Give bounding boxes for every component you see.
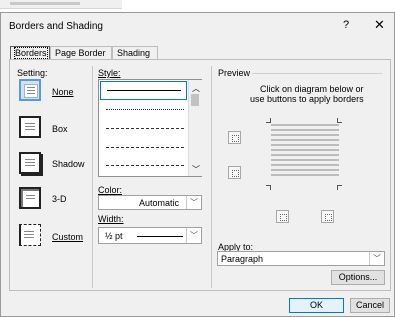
preview-instruction-2: use buttons to apply borders <box>250 94 364 104</box>
help-button[interactable]: ? <box>343 19 349 31</box>
options-button-label: Options... <box>338 272 378 282</box>
color-dropdown[interactable]: Automatic ﹀ <box>98 195 202 210</box>
setting-custom-label[interactable]: Custom <box>52 232 83 242</box>
right-border-button[interactable] <box>321 210 334 223</box>
setting-shadow-label[interactable]: Shadow <box>52 159 85 169</box>
none-setting-icon[interactable] <box>19 79 41 101</box>
width-label: Width: <box>98 214 124 224</box>
style-listbox[interactable]: ︿ ﹀ <box>98 79 202 177</box>
width-value: ½ pt <box>105 231 123 241</box>
tab-borders[interactable]: Borders <box>10 46 50 59</box>
tab-shading[interactable]: Shading <box>112 46 158 59</box>
corner-mark-br <box>337 185 342 190</box>
style-option-small-dashed[interactable] <box>106 128 184 129</box>
shadow-setting-icon[interactable] <box>19 152 41 174</box>
corner-mark-tr <box>337 118 342 123</box>
top-border-button[interactable] <box>228 131 241 144</box>
box-setting-icon[interactable] <box>19 116 41 138</box>
custom-setting-icon[interactable] <box>19 224 41 246</box>
preview-text-lines <box>271 124 339 182</box>
tab-shading-label: Shading <box>117 48 151 58</box>
color-value: Automatic <box>139 198 180 208</box>
chevron-down-icon: ﹀ <box>186 228 201 243</box>
bottom-border-button[interactable] <box>228 166 241 179</box>
apply-to-dropdown[interactable]: Paragraph ﹀ <box>217 251 385 266</box>
close-button[interactable]: ✕ <box>374 17 385 33</box>
scroll-thumb[interactable] <box>191 94 199 106</box>
setting-3d-label[interactable]: 3-D <box>52 194 67 204</box>
corner-mark-tl <box>266 118 271 123</box>
width-dropdown[interactable]: ½ pt ﹀ <box>98 227 202 244</box>
width-line-sample <box>137 236 183 237</box>
tab-page-border[interactable]: Page Border <box>50 46 112 59</box>
style-option-dash-dot[interactable] <box>106 165 184 166</box>
setting-none-label[interactable]: None <box>52 87 74 97</box>
background-toolbar-strip <box>0 0 122 9</box>
preview-label: Preview <box>218 68 251 78</box>
cancel-button[interactable]: Cancel <box>350 298 390 313</box>
scroll-up-icon[interactable]: ︿ <box>192 83 200 94</box>
ok-button-label: OK <box>309 300 323 310</box>
chevron-down-icon: ﹀ <box>369 252 384 265</box>
options-button[interactable]: Options... <box>331 270 385 285</box>
apply-to-value: Paragraph <box>221 254 264 264</box>
color-label: Color: <box>98 185 123 195</box>
dialog-title: Borders and Shading <box>9 21 103 32</box>
style-option-dotted[interactable] <box>106 109 184 110</box>
style-scrollbar[interactable]: ︿ ﹀ <box>188 80 202 176</box>
cancel-button-label: Cancel <box>355 300 384 310</box>
preview-diagram[interactable] <box>266 118 342 190</box>
tab-borders-label: Borders <box>14 47 48 59</box>
preview-group-line <box>252 73 382 74</box>
setting-box-label[interactable]: Box <box>52 124 68 134</box>
ok-button[interactable]: OK <box>289 298 344 313</box>
style-option-dashed[interactable] <box>106 147 184 148</box>
3d-setting-icon[interactable] <box>19 187 41 209</box>
tab-page-border-label: Page Border <box>55 48 106 58</box>
style-option-selected[interactable] <box>100 81 187 100</box>
corner-mark-bl <box>266 185 271 190</box>
column-separator-1 <box>92 66 93 288</box>
left-border-button[interactable] <box>276 210 289 223</box>
column-separator-2 <box>211 66 212 288</box>
style-label: Style: <box>98 68 121 78</box>
scroll-down-icon[interactable]: ﹀ <box>192 164 200 175</box>
setting-label: Setting: <box>17 68 48 78</box>
preview-instruction-1: Click on diagram below or <box>260 84 364 94</box>
chevron-down-icon: ﹀ <box>186 196 201 209</box>
